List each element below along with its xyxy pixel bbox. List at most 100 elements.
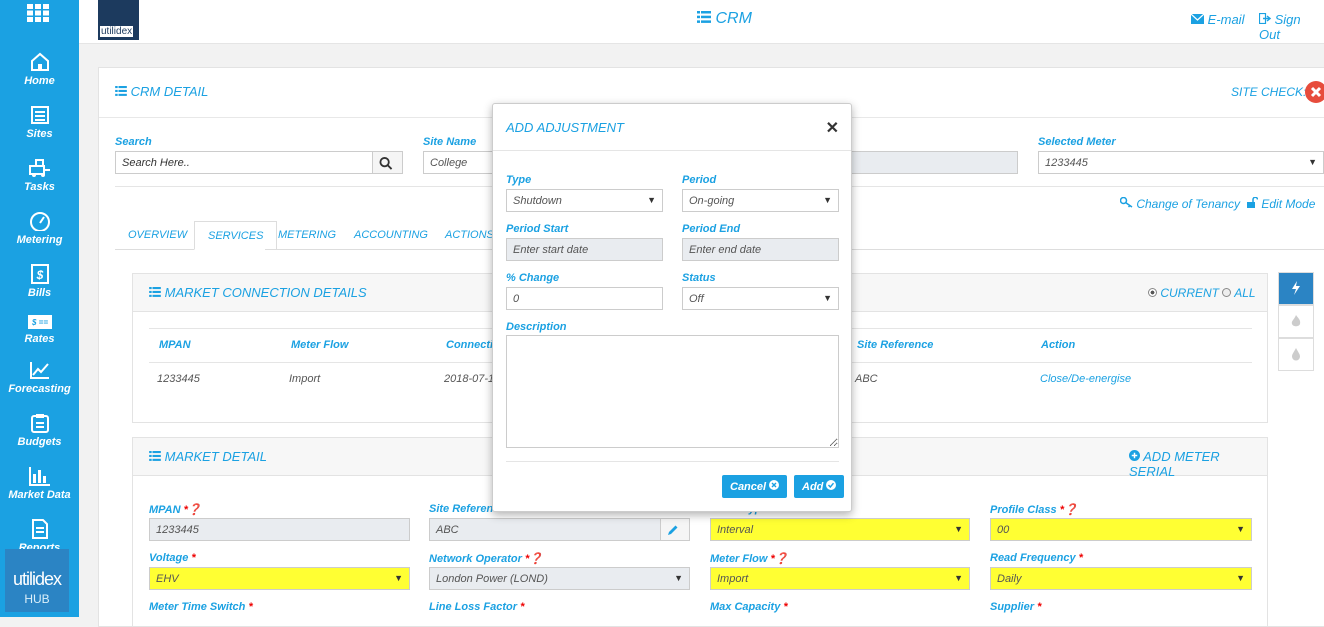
- tab-electricity[interactable]: [1278, 272, 1314, 305]
- row-meter-flow: Import: [289, 373, 321, 385]
- tab-gas[interactable]: [1278, 305, 1314, 338]
- profile-class-label: Profile Class *❓: [990, 504, 1078, 516]
- sidebar-item-market-data[interactable]: Market Data: [0, 466, 79, 501]
- sidebar-item-tasks[interactable]: Tasks: [0, 158, 79, 193]
- market-connection-title-wrap: MARKET CONNECTION DETAILS: [149, 285, 367, 300]
- lightning-icon: [1292, 281, 1300, 295]
- sign-out-icon: [1258, 12, 1272, 25]
- change-of-tenancy-link[interactable]: Change of Tenancy: [1119, 196, 1240, 211]
- company-logo[interactable]: utilidex: [98, 0, 139, 40]
- close-de-energise-link[interactable]: Close/De-energise: [1040, 373, 1131, 385]
- crm-detail-title-wrap: CRM DETAIL: [115, 84, 208, 99]
- help-icon[interactable]: ❓: [1064, 504, 1078, 516]
- selected-meter-value: 1233445: [1045, 157, 1088, 169]
- column-header-meter-flow: Meter Flow: [291, 339, 349, 351]
- plus-circle-icon: [1129, 450, 1140, 461]
- line-loss-factor-label-text: Line Loss Factor: [429, 601, 518, 613]
- period-label: Period: [682, 174, 717, 186]
- tab-water[interactable]: [1278, 338, 1314, 371]
- pencil-icon: [668, 525, 678, 535]
- column-header-mpan: MPAN: [159, 339, 191, 351]
- period-start-input[interactable]: Enter start date: [506, 238, 663, 261]
- sidebar-item-rates[interactable]: $ == Rates: [0, 314, 79, 345]
- utility-type-tabs: [1278, 272, 1314, 371]
- site-check-error-icon[interactable]: [1305, 81, 1324, 103]
- voltage-label-text: Voltage: [149, 552, 189, 564]
- tab-accounting[interactable]: ACCOUNTING: [341, 221, 441, 250]
- profile-class-value: 00: [997, 524, 1010, 536]
- clipboard-icon: [30, 414, 49, 433]
- chevron-down-icon: ▼: [647, 195, 656, 205]
- hub-logo[interactable]: utilidex HUB: [5, 549, 69, 612]
- voltage-value: EHV: [156, 573, 179, 585]
- search-icon: [379, 157, 393, 170]
- selected-meter-select[interactable]: 1233445 ▼: [1038, 151, 1324, 174]
- tab-metering[interactable]: METERING: [265, 221, 350, 250]
- read-frequency-select[interactable]: Daily ▼: [990, 567, 1252, 590]
- sidebar-item-home[interactable]: Home: [0, 52, 79, 87]
- cancel-button[interactable]: Cancel: [722, 475, 788, 498]
- sidebar-item-forecasting[interactable]: Forecasting: [0, 360, 79, 395]
- percent-change-input[interactable]: 0: [506, 287, 663, 310]
- sidebar-item-budgets[interactable]: Budgets: [0, 413, 79, 448]
- hub-logo-text: utilidex: [12, 569, 62, 589]
- type-select[interactable]: Shutdown ▼: [506, 189, 663, 212]
- add-meter-serial-label: ADD METER SERIAL: [1129, 449, 1220, 479]
- chevron-down-icon: ▼: [1236, 573, 1245, 583]
- meter-type-select[interactable]: Interval ▼: [710, 518, 970, 541]
- edit-mode-link[interactable]: Edit Mode: [1247, 196, 1315, 211]
- add-adjustment-modal: ADD ADJUSTMENT ✕ Type Shutdown ▼ Period O…: [492, 103, 852, 512]
- network-operator-select[interactable]: London Power (LOND) ▼: [429, 567, 690, 590]
- help-icon[interactable]: ❓: [188, 504, 202, 516]
- chevron-down-icon: ▼: [1308, 157, 1317, 167]
- cancel-label: Cancel: [730, 481, 767, 493]
- meter-flow-select[interactable]: Import ▼: [710, 567, 970, 590]
- sidebar-item-sites[interactable]: Sites: [0, 105, 79, 140]
- row-connection: 2018-07-1: [444, 373, 495, 385]
- meter-type-value: Interval: [717, 524, 754, 536]
- tab-overview[interactable]: OVERVIEW: [115, 221, 201, 250]
- voltage-select[interactable]: EHV ▼: [149, 567, 410, 590]
- search-button[interactable]: [372, 151, 403, 174]
- sidebar-item-bills[interactable]: $ Bills: [0, 264, 79, 299]
- profile-class-select[interactable]: 00 ▼: [990, 518, 1252, 541]
- modal-title: ADD ADJUSTMENT: [506, 120, 624, 135]
- site-name-input[interactable]: College: [423, 151, 503, 174]
- status-select[interactable]: Off ▼: [682, 287, 839, 310]
- meter-time-switch-label-text: Meter Time Switch: [149, 601, 246, 613]
- email-link[interactable]: E-mail: [1190, 12, 1244, 27]
- add-meter-serial-button[interactable]: ADD METER SERIAL: [1129, 449, 1267, 479]
- help-icon[interactable]: ❓: [529, 553, 543, 565]
- site-reference-input[interactable]: ABC: [429, 518, 661, 541]
- home-icon: [30, 52, 49, 71]
- period-end-placeholder: Enter end date: [689, 244, 762, 256]
- document-icon: [31, 519, 48, 539]
- search-input[interactable]: Search Here..: [115, 151, 373, 174]
- mpan-input[interactable]: 1233445: [149, 518, 410, 541]
- column-header-action: Action: [1041, 339, 1076, 351]
- period-select[interactable]: On-going ▼: [682, 189, 839, 212]
- crm-nav-title[interactable]: CRM: [697, 10, 752, 28]
- meter-flow-value: Import: [717, 573, 749, 585]
- chevron-down-icon: ▼: [394, 573, 403, 583]
- description-textarea[interactable]: [506, 335, 839, 448]
- apps-grid-icon[interactable]: [27, 4, 49, 22]
- period-value: On-going: [689, 195, 735, 207]
- period-end-label: Period End: [682, 223, 741, 235]
- edit-site-reference-button[interactable]: [660, 518, 690, 541]
- row-site-reference: ABC: [855, 373, 878, 385]
- period-end-input[interactable]: Enter end date: [682, 238, 839, 261]
- all-radio[interactable]: [1222, 288, 1232, 297]
- sidebar-item-metering[interactable]: Metering: [0, 211, 79, 246]
- site-reference-value: ABC: [436, 524, 459, 536]
- meter-flow-label: Meter Flow *❓: [710, 553, 789, 565]
- all-label: ALL: [1234, 286, 1256, 300]
- market-detail-title-wrap: MARKET DETAIL: [149, 449, 267, 464]
- help-icon[interactable]: ❓: [775, 553, 789, 565]
- close-icon[interactable]: ✕: [826, 118, 839, 138]
- status-value: Off: [689, 293, 704, 305]
- market-detail-title: MARKET DETAIL: [164, 449, 267, 464]
- current-radio[interactable]: [1148, 288, 1157, 297]
- add-button[interactable]: Add: [794, 475, 845, 498]
- sign-out-link[interactable]: Sign Out: [1258, 12, 1324, 42]
